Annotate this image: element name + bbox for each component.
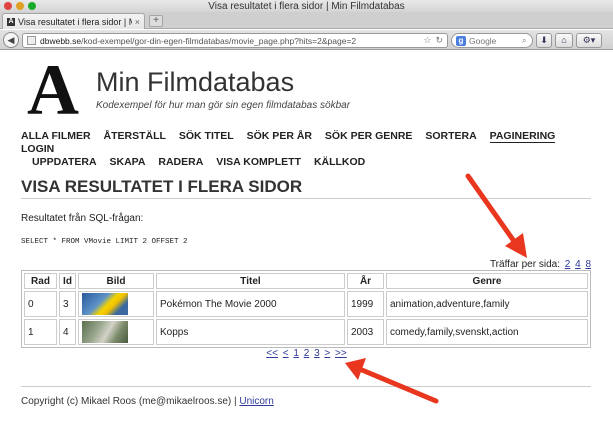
zoom-window-button[interactable] [28, 2, 36, 10]
tab-close-icon[interactable]: × [135, 17, 140, 27]
cell-id: 3 [59, 291, 76, 317]
search-box[interactable]: g ⌕ [451, 33, 533, 48]
cell-titel: Kopps [156, 319, 345, 345]
hits-per-page: Träffar per sida: 2 4 8 [490, 259, 591, 270]
menu-item-sok-per-ar[interactable]: SÖK PER ÅR [247, 130, 312, 142]
site-favicon-icon: A [7, 17, 15, 26]
cell-genre: animation,adventure,family [386, 291, 588, 317]
site-slogan: Kodexempel för hur man gör sin egen film… [96, 100, 351, 111]
pager-next-link[interactable]: > [324, 348, 330, 359]
menu-item-visa-komplett[interactable]: VISA KOMPLETT [216, 156, 301, 168]
page-title: VISA RESULTATET I FLERA SIDOR [21, 177, 303, 196]
hits-option-8[interactable]: 8 [585, 259, 591, 270]
tab-bar: A Visa resultatet i flera sidor | Mi... … [0, 12, 613, 29]
search-engine-icon[interactable]: g [456, 35, 466, 46]
url-text[interactable]: dbwebb.se/kod-exempel/gor-din-egen-filmd… [40, 36, 419, 46]
copyright-text: Copyright (c) Mikael Roos (me@mikaelroos… [21, 396, 240, 407]
table-row: 0 3 Pokémon The Movie 2000 1999 animatio… [24, 291, 588, 317]
window-title: Visa resultatet i flera sidor | Min Film… [208, 1, 405, 12]
menu-item-aterstall[interactable]: ÅTERSTÄLL [104, 130, 166, 142]
main-menu: ALLA FILMER ÅTERSTÄLL SÖK TITEL SÖK PER … [21, 130, 591, 169]
reload-icon[interactable]: ↻ [435, 35, 443, 46]
cell-ar: 1999 [347, 291, 384, 317]
pager-last-link[interactable]: >> [335, 348, 347, 359]
hits-option-2[interactable]: 2 [565, 259, 571, 270]
menu-item-sortera[interactable]: SORTERA [425, 130, 476, 142]
pager-page-1-link[interactable]: 1 [293, 348, 299, 359]
menu-item-login[interactable]: LOGIN [21, 143, 54, 155]
footer-validator-link[interactable]: Unicorn [239, 396, 273, 407]
menu-item-paginering[interactable]: PAGINERING [489, 130, 556, 143]
window-controls [4, 2, 36, 10]
close-window-button[interactable] [4, 2, 12, 10]
results-table: Rad Id Bild Titel År Genre 0 3 Pokémon T… [21, 270, 591, 348]
column-header-bild: Bild [78, 273, 154, 289]
hits-option-4[interactable]: 4 [575, 259, 581, 270]
tools-icon[interactable]: ⚙▾ [576, 33, 602, 48]
menu-item-radera[interactable]: RADERA [158, 156, 203, 168]
pagination: << < 1 2 3 > >> [0, 348, 613, 359]
pager-prev-link[interactable]: < [283, 348, 289, 359]
back-button[interactable]: ◀ [3, 32, 19, 48]
sql-label: Resultatet från SQL-frågan: [21, 213, 144, 224]
bookmark-star-icon[interactable]: ☆ [423, 35, 431, 46]
hits-label: Träffar per sida: [489, 259, 560, 270]
movie-poster-image[interactable] [82, 293, 128, 315]
navigation-toolbar: ◀ dbwebb.se/kod-exempel/gor-din-egen-fil… [0, 30, 613, 50]
menu-item-sok-titel[interactable]: SÖK TITEL [179, 130, 234, 142]
search-input[interactable] [469, 35, 519, 46]
cell-id: 4 [59, 319, 76, 345]
sql-query: SELECT * FROM VMovie LIMIT 2 OFFSET 2 [21, 238, 188, 246]
column-header-id: Id [59, 273, 76, 289]
divider [21, 198, 591, 199]
browser-tab[interactable]: A Visa resultatet i flera sidor | Mi... … [2, 13, 145, 29]
menu-row-2: UPPDATERA SKAPA RADERA VISA KOMPLETT KÄL… [21, 156, 591, 169]
column-header-titel: Titel [156, 273, 345, 289]
new-tab-button[interactable]: + [149, 15, 163, 27]
pager-page-2-link[interactable]: 2 [304, 348, 310, 359]
cell-rad: 0 [24, 291, 57, 317]
search-icon[interactable]: ⌕ [522, 36, 526, 46]
column-header-rad: Rad [24, 273, 57, 289]
cell-ar: 2003 [347, 319, 384, 345]
cell-bild [78, 319, 154, 345]
column-header-genre: Genre [386, 273, 588, 289]
window-titlebar: Visa resultatet i flera sidor | Min Film… [0, 0, 613, 12]
site-identity-icon[interactable] [27, 36, 36, 45]
site-title: Min Filmdatabas [96, 67, 295, 97]
home-icon[interactable]: ⌂ [555, 33, 573, 48]
address-bar[interactable]: dbwebb.se/kod-exempel/gor-din-egen-filmd… [22, 33, 448, 48]
cell-rad: 1 [24, 319, 57, 345]
menu-item-uppdatera[interactable]: UPPDATERA [32, 156, 97, 168]
cell-bild [78, 291, 154, 317]
minimize-window-button[interactable] [16, 2, 24, 10]
movie-poster-image[interactable] [82, 321, 128, 343]
menu-item-sok-per-genre[interactable]: SÖK PER GENRE [325, 130, 413, 142]
download-icon[interactable]: ⬇ [536, 33, 552, 48]
page-content: A Min Filmdatabas Kodexempel för hur man… [0, 51, 613, 429]
menu-item-skapa[interactable]: SKAPA [109, 156, 145, 168]
menu-row-1: ALLA FILMER ÅTERSTÄLL SÖK TITEL SÖK PER … [21, 130, 591, 156]
cell-genre: comedy,family,svenskt,action [386, 319, 588, 345]
table-header-row: Rad Id Bild Titel År Genre [24, 273, 588, 289]
site-logo[interactable]: A [27, 54, 79, 126]
pager-page-3-link[interactable]: 3 [314, 348, 320, 359]
pager-first-link[interactable]: << [266, 348, 278, 359]
footer: Copyright (c) Mikael Roos (me@mikaelroos… [21, 396, 274, 407]
menu-item-kallkod[interactable]: KÄLLKOD [314, 156, 365, 168]
table-row: 1 4 Kopps 2003 comedy,family,svenskt,act… [24, 319, 588, 345]
cell-titel: Pokémon The Movie 2000 [156, 291, 345, 317]
menu-item-alla-filmer[interactable]: ALLA FILMER [21, 130, 91, 142]
column-header-ar: År [347, 273, 384, 289]
tab-label: Visa resultatet i flera sidor | Mi... [18, 16, 132, 27]
footer-divider [21, 386, 591, 387]
